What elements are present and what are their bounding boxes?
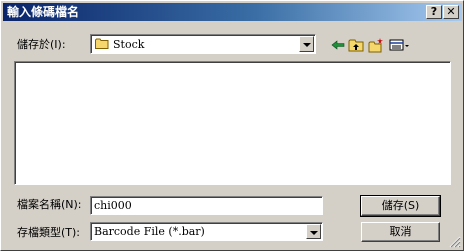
save-in-dropdown[interactable]: Stock [90, 34, 316, 54]
file-type-value: Barcode File (*.bar) [94, 225, 205, 238]
window-title: 輸入條碼檔名 [7, 5, 80, 19]
up-folder-icon[interactable] [348, 37, 364, 53]
file-type-dropdown[interactable]: Barcode File (*.bar) [90, 222, 323, 241]
title-bar[interactable]: 輸入條碼檔名 ? ✕ [3, 3, 462, 21]
save-in-value: Stock [113, 38, 145, 51]
file-name-input[interactable]: chi000 [90, 196, 323, 215]
file-name-value: chi000 [94, 199, 132, 212]
resize-grip-icon[interactable] [449, 236, 461, 248]
save-dialog: 輸入條碼檔名 ? ✕ 儲存於(I): Stock 檔案名稱(N): chi000… [0, 0, 464, 251]
new-folder-icon[interactable] [368, 37, 384, 53]
cancel-button[interactable]: 取消 [361, 222, 440, 242]
file-list[interactable] [14, 61, 451, 185]
view-menu-icon[interactable] [389, 37, 411, 53]
file-name-label: 檔案名稱(N): [17, 198, 82, 211]
close-button[interactable]: ✕ [443, 5, 459, 19]
save-in-dropdown-button[interactable] [299, 36, 314, 52]
save-in-label: 儲存於(I): [17, 38, 66, 51]
back-arrow-icon[interactable] [330, 37, 346, 53]
file-type-dropdown-button[interactable] [306, 224, 321, 239]
folder-icon [95, 38, 109, 49]
help-button[interactable]: ? [426, 5, 442, 19]
save-button[interactable]: 儲存(S) [360, 195, 441, 217]
file-type-label: 存檔類型(T): [17, 226, 81, 239]
